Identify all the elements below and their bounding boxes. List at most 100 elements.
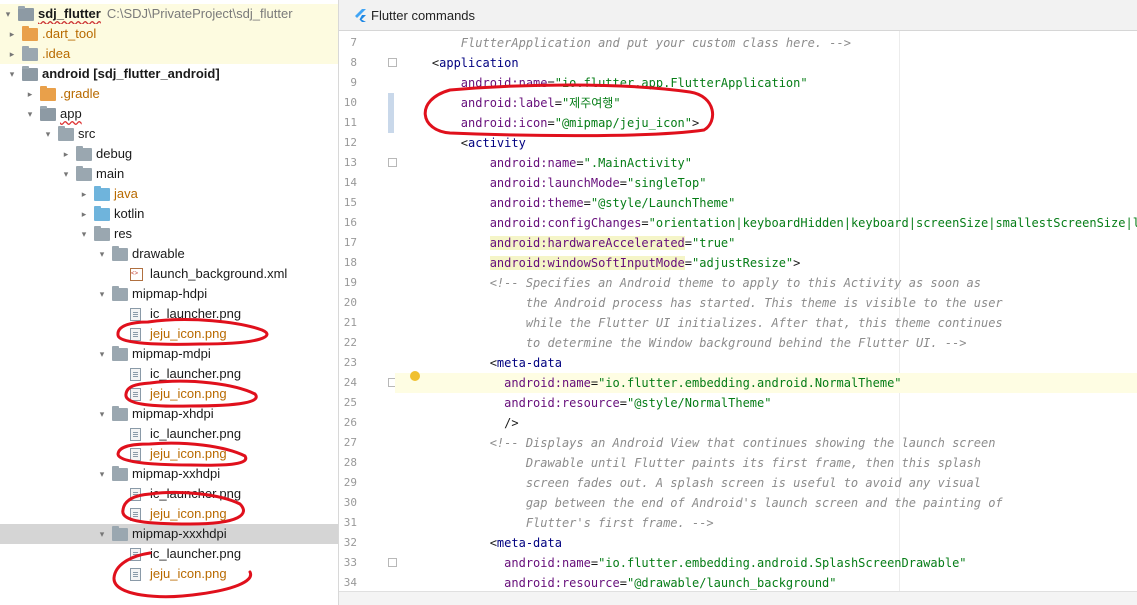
code-token: "@style/LaunchTheme" [590, 196, 736, 210]
tree-row[interactable]: ▾ app [0, 104, 338, 124]
tree-row[interactable]: ic_launcher.png [0, 304, 338, 324]
tree-row[interactable]: ▸ debug [0, 144, 338, 164]
code-line[interactable]: android:resource="@drawable/launch_backg… [395, 573, 837, 593]
code-line[interactable]: <meta-data [395, 353, 562, 373]
horizontal-scrollbar[interactable] [339, 591, 1137, 605]
code-line[interactable]: android:icon="@mipmap/jeju_icon"> [395, 113, 699, 133]
tree-row[interactable]: ▸ java [0, 184, 338, 204]
collapse-arrow-icon[interactable]: ▾ [6, 64, 18, 84]
code-line[interactable]: <meta-data [395, 533, 562, 553]
code-token: > [692, 116, 700, 130]
line-number: 29 [343, 476, 357, 489]
code-line[interactable]: android:theme="@style/LaunchTheme" [395, 193, 736, 213]
collapse-arrow-icon[interactable]: ▾ [78, 224, 90, 244]
tree-row[interactable]: jeju_icon.png [0, 324, 338, 344]
code-line[interactable]: android:hardwareAccelerated="true" [395, 233, 735, 253]
tree-row[interactable]: jeju_icon.png [0, 504, 338, 524]
tree-row[interactable]: ic_launcher.png [0, 424, 338, 444]
code-token: Flutter's first frame. --> [403, 516, 714, 530]
line-number: 25 [343, 396, 357, 409]
tree-root-row[interactable]: ▾ sdj_flutter C:\SDJ\PrivateProject\sdj_f… [0, 4, 338, 24]
code-line[interactable]: <!-- Specifies an Android theme to apply… [395, 273, 981, 293]
code-token: = [619, 176, 627, 190]
expand-arrow-icon[interactable]: ▸ [6, 24, 18, 44]
code-token: android:name [403, 376, 591, 390]
collapse-arrow-icon[interactable]: ▾ [96, 284, 108, 304]
code-line[interactable]: Drawable until Flutter paints its first … [395, 453, 981, 473]
code-line[interactable]: <application [395, 53, 519, 73]
tree-row[interactable]: ▸ .dart_tool [0, 24, 338, 44]
code-line[interactable]: android:name="io.flutter.embedding.andro… [395, 373, 1137, 393]
tree-row[interactable]: jeju_icon.png [0, 564, 338, 584]
code-line[interactable]: screen fades out. A splash screen is use… [395, 473, 981, 493]
code-line[interactable]: Flutter's first frame. --> [395, 513, 714, 533]
tree-row[interactable]: ▾ drawable [0, 244, 338, 264]
collapse-arrow-icon[interactable]: ▾ [96, 524, 108, 544]
code-line[interactable]: android:name=".MainActivity" [395, 153, 692, 173]
tree-row[interactable]: ▾ mipmap-hdpi [0, 284, 338, 304]
code-line[interactable]: <activity [395, 133, 526, 153]
collapse-arrow-icon[interactable]: ▾ [96, 404, 108, 424]
tree-row[interactable]: ▾ src [0, 124, 338, 144]
tree-row[interactable]: jeju_icon.png [0, 444, 338, 464]
code-line[interactable]: to determine the Window background behin… [395, 333, 967, 353]
image-file-icon [130, 328, 141, 341]
tree-row[interactable]: ▾ mipmap-mdpi [0, 344, 338, 364]
tree-row-label: mipmap-xxxhdpi [132, 526, 227, 541]
tree-row[interactable]: ▸ .idea [0, 44, 338, 64]
tree-row-label: mipmap-xxhdpi [132, 466, 221, 481]
tab-flutter-commands[interactable]: Flutter commands [345, 0, 483, 30]
code-area[interactable]: FlutterApplication and put your custom c… [395, 31, 1137, 591]
folder-icon [112, 346, 128, 361]
code-line[interactable]: android:configChanges="orientation|keybo… [395, 213, 1137, 233]
collapse-arrow-icon[interactable]: ▾ [2, 4, 14, 24]
expand-arrow-icon[interactable]: ▸ [60, 144, 72, 164]
editor-tab-bar: Flutter commands [339, 0, 1137, 31]
collapse-arrow-icon[interactable]: ▾ [60, 164, 72, 184]
source-folder-icon [94, 186, 110, 201]
code-line[interactable]: /> [395, 413, 518, 433]
collapse-arrow-icon[interactable]: ▾ [96, 244, 108, 264]
code-line[interactable]: android:name="io.flutter.app.FlutterAppl… [395, 73, 808, 93]
tree-row[interactable]: ic_launcher.png [0, 484, 338, 504]
tree-row[interactable]: launch_background.xml [0, 264, 338, 284]
tree-row[interactable]: ▾ mipmap-xxxhdpi [0, 524, 338, 544]
line-number: 21 [343, 316, 357, 329]
code-line[interactable]: android:launchMode="singleTop" [395, 173, 707, 193]
code-line[interactable]: gap between the end of Android's launch … [395, 493, 1003, 513]
tree-row[interactable]: ic_launcher.png [0, 544, 338, 564]
tree-row[interactable]: jeju_icon.png [0, 384, 338, 404]
tree-row[interactable]: ▾ android [sdj_flutter_android] [0, 64, 338, 84]
expand-arrow-icon[interactable]: ▸ [24, 84, 36, 104]
code-line[interactable]: android:label="제주여행" [395, 93, 621, 113]
tree-row[interactable]: ▸ kotlin [0, 204, 338, 224]
code-line[interactable]: <!-- Displays an Android View that conti… [395, 433, 996, 453]
code-line[interactable]: android:resource="@style/NormalTheme" [395, 393, 771, 413]
lightbulb-icon[interactable] [410, 371, 420, 381]
code-line[interactable]: the Android process has started. This th… [395, 293, 1003, 313]
code-line[interactable]: android:windowSoftInputMode="adjustResiz… [395, 253, 800, 273]
collapse-arrow-icon[interactable]: ▾ [96, 464, 108, 484]
tree-row-label: mipmap-hdpi [132, 286, 208, 301]
line-number: 24 [343, 376, 357, 389]
code-token: android:name [403, 156, 577, 170]
tree-row[interactable]: ic_launcher.png [0, 364, 338, 384]
code-token: "@mipmap/jeju_icon" [554, 116, 693, 130]
collapse-arrow-icon[interactable]: ▾ [24, 104, 36, 124]
collapse-arrow-icon[interactable]: ▾ [96, 344, 108, 364]
code-line[interactable]: FlutterApplication and put your custom c… [395, 33, 851, 53]
expand-arrow-icon[interactable]: ▸ [78, 204, 90, 224]
expand-arrow-icon[interactable]: ▸ [6, 44, 18, 64]
collapse-arrow-icon[interactable]: ▾ [42, 124, 54, 144]
code-line[interactable]: while the Flutter UI initializes. After … [395, 313, 1003, 333]
tree-row[interactable]: ▾ main [0, 164, 338, 184]
expand-arrow-icon[interactable]: ▸ [78, 184, 90, 204]
tree-row[interactable]: ▾ res [0, 224, 338, 244]
tree-row[interactable]: ▸ .gradle [0, 84, 338, 104]
code-line[interactable]: android:name="io.flutter.embedding.andro… [395, 553, 966, 573]
tree-row[interactable]: ▾ mipmap-xxhdpi [0, 464, 338, 484]
tree-row[interactable]: ▾ mipmap-xhdpi [0, 404, 338, 424]
code-token: "@drawable/launch_background" [626, 576, 837, 590]
tree-row-label: jeju_icon.png [150, 446, 227, 461]
